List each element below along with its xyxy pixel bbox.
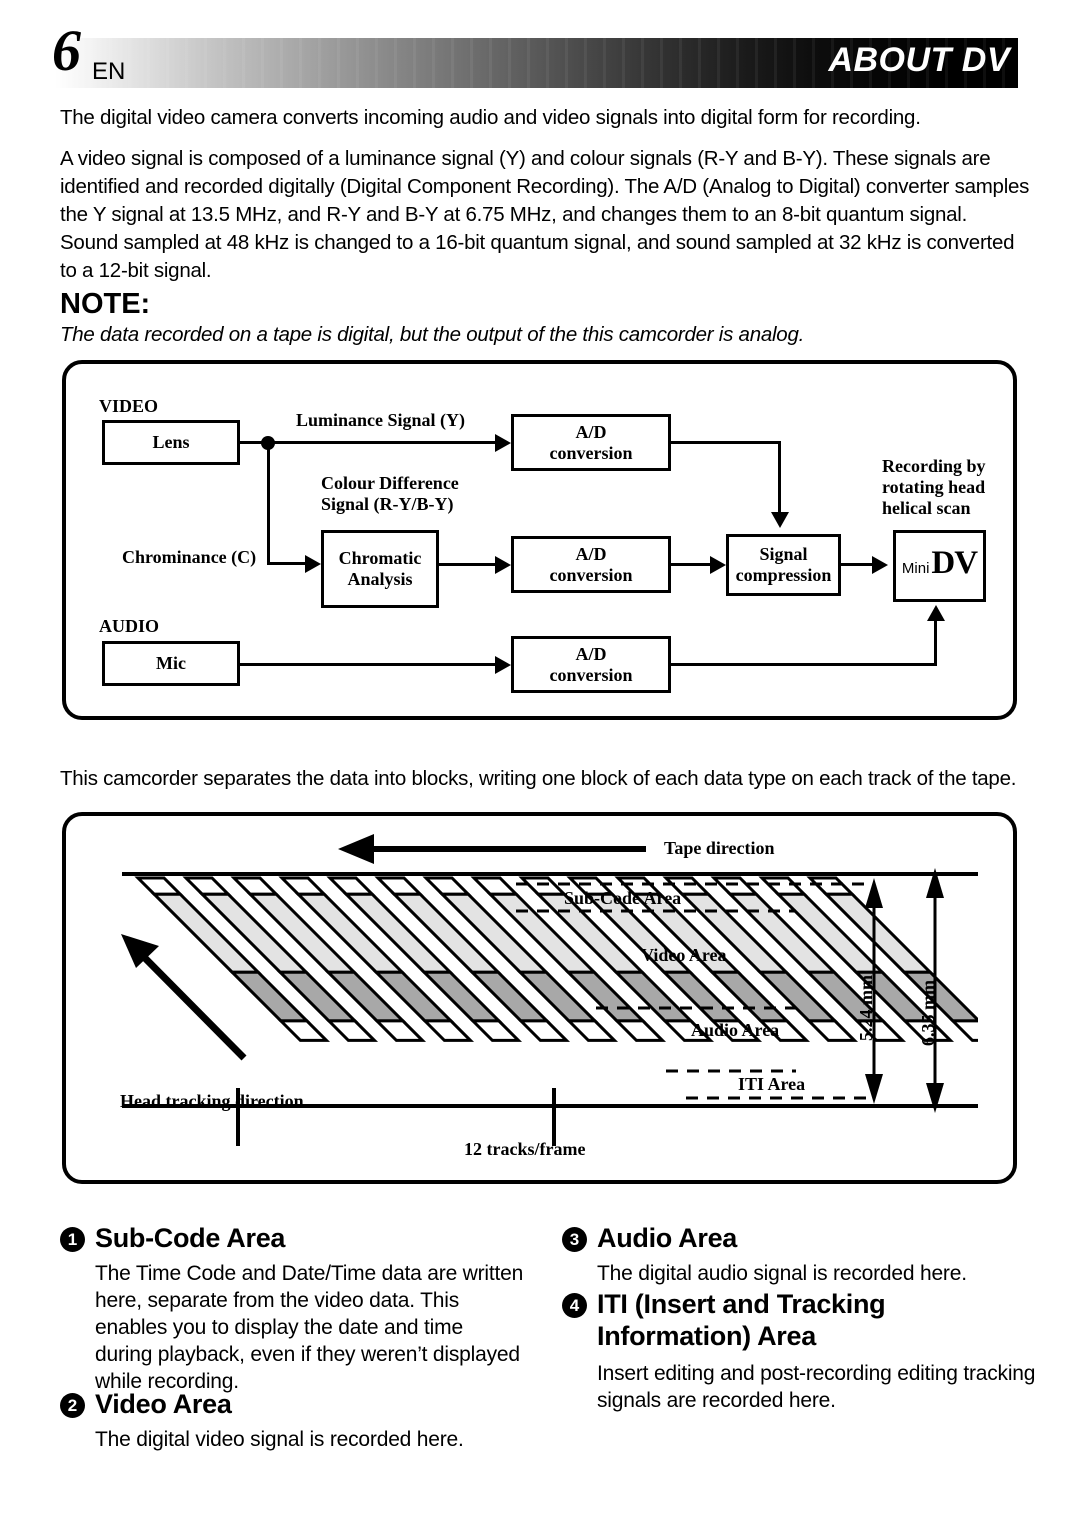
connector-ad1-down bbox=[778, 441, 781, 514]
ad-conversion-label-2: conversion bbox=[549, 442, 633, 463]
connector-lens-to-ad1 bbox=[240, 441, 505, 444]
section-title: ITI (Insert and Tracking Information) Ar… bbox=[597, 1289, 886, 1351]
arrowhead-to-ad1 bbox=[495, 433, 511, 452]
arrowhead-to-chromatic bbox=[305, 554, 321, 573]
minidv-dv-label: DV bbox=[931, 545, 978, 581]
ad-conversion-label-1: A/D bbox=[575, 543, 607, 564]
section-title: Sub-Code Area bbox=[95, 1223, 286, 1253]
ad-conversion-box-audio: A/D conversion bbox=[511, 636, 671, 693]
signal-compression-box: Signal compression bbox=[726, 534, 841, 596]
page-language-code: EN bbox=[92, 58, 126, 85]
arrowhead-to-compression-left bbox=[710, 555, 726, 574]
arrowhead-to-minidv bbox=[872, 555, 888, 574]
signal-compression-label-2: compression bbox=[735, 565, 832, 585]
colour-difference-label-line2: Signal (R-Y/B-Y) bbox=[321, 494, 454, 514]
section-title: Video Area bbox=[95, 1389, 232, 1419]
video-area-label: Video Area bbox=[641, 945, 727, 965]
page-title: ABOUT DV bbox=[828, 41, 1010, 79]
section-body: The digital video signal is recorded her… bbox=[95, 1428, 464, 1451]
chromatic-analysis-box: Chromatic Analysis bbox=[321, 530, 439, 608]
audio-section-label: AUDIO bbox=[99, 616, 160, 636]
recording-label-line3: helical scan bbox=[882, 498, 971, 518]
ad-conversion-label-2: conversion bbox=[549, 564, 633, 585]
video-section-label: VIDEO bbox=[99, 396, 159, 416]
ad-conversion-label-2: conversion bbox=[549, 664, 633, 685]
page-header-bar: ABOUT DV bbox=[55, 38, 1018, 88]
chromatic-analysis-label-1: Chromatic bbox=[338, 548, 422, 568]
recording-label-line1: Recording by bbox=[882, 456, 986, 476]
sub-code-area-label: Sub-Code Area bbox=[564, 888, 682, 908]
ad-conversion-box-luminance: A/D conversion bbox=[511, 414, 671, 471]
arrowhead-to-compression-top bbox=[770, 512, 789, 528]
document-page: ABOUT DV 6 EN The digital video camera c… bbox=[0, 0, 1080, 1533]
mic-box-label: Mic bbox=[156, 653, 186, 673]
section-title: Audio Area bbox=[597, 1223, 738, 1253]
iti-area-label: ITI Area bbox=[738, 1074, 806, 1094]
lens-box: Lens bbox=[102, 420, 240, 465]
inner-dimension-label: 5.24 mm bbox=[856, 975, 876, 1041]
arrowhead-to-ad2 bbox=[495, 555, 511, 574]
intro-paragraph-2: A video signal is composed of a luminanc… bbox=[60, 147, 1030, 226]
ad-conversion-box-chroma: A/D conversion bbox=[511, 536, 671, 593]
page-number: 6 bbox=[52, 18, 81, 83]
section-number-badge: 3 bbox=[562, 1227, 587, 1252]
mic-box: Mic bbox=[102, 641, 240, 686]
chromatic-analysis-label-2: Analysis bbox=[347, 569, 413, 589]
section-number-badge: 4 bbox=[562, 1293, 587, 1318]
connector-ad3-up bbox=[934, 620, 937, 665]
lens-box-label: Lens bbox=[152, 432, 190, 452]
minidv-mini-label: Mini bbox=[901, 560, 930, 577]
tape-direction-label: Tape direction bbox=[664, 838, 775, 858]
head-tracking-direction-label: Head tracking direction bbox=[120, 1091, 304, 1111]
mid-paragraph: This camcorder separates the data into b… bbox=[60, 767, 1017, 790]
chrominance-label: Chrominance (C) bbox=[122, 547, 257, 567]
luminance-signal-label: Luminance Signal (Y) bbox=[296, 410, 466, 430]
connector-junction-down bbox=[266, 441, 270, 565]
tape-track-figure: Tape direction Sub-Code Area Video Area … bbox=[62, 812, 1017, 1184]
intro-paragraph-1: The digital video camera converts incomi… bbox=[60, 106, 921, 129]
block-diagram-figure: VIDEO AUDIO Lens Mic Chromatic Analysis … bbox=[62, 360, 1017, 720]
note-heading: NOTE: bbox=[60, 288, 151, 320]
arrowhead-to-ad3 bbox=[495, 655, 511, 674]
minidv-tape-box: Mini DV bbox=[893, 530, 986, 602]
section-number-badge: 1 bbox=[60, 1227, 85, 1252]
section-body: The Time Code and Date/Time data are wri… bbox=[95, 1262, 524, 1393]
outer-dimension-label: 6.35 mm bbox=[918, 980, 938, 1046]
tracks-per-frame-label: 12 tracks/frame bbox=[464, 1139, 586, 1159]
section-body: The digital audio signal is recorded her… bbox=[597, 1262, 967, 1285]
audio-area-label: Audio Area bbox=[691, 1020, 780, 1040]
connector-ad1-right bbox=[671, 441, 781, 444]
note-text: The data recorded on a tape is digital, … bbox=[60, 323, 805, 346]
minidv-logo: Mini DV bbox=[901, 545, 978, 581]
connector-ad3-right bbox=[671, 663, 937, 666]
signal-compression-label-1: Signal bbox=[759, 544, 808, 564]
arrowhead-to-minidv-bottom bbox=[926, 605, 945, 621]
ad-conversion-label-1: A/D bbox=[575, 421, 607, 442]
colour-difference-label-line1: Colour Difference bbox=[321, 473, 459, 493]
connector-mic-to-ad3 bbox=[240, 663, 505, 666]
intro-paragraph-3: Sound sampled at 48 kHz is changed to a … bbox=[60, 231, 1015, 282]
recording-label-line2: rotating head bbox=[882, 477, 986, 497]
section-body: Insert editing and post-recording editin… bbox=[597, 1362, 1036, 1412]
section-number-badge: 2 bbox=[60, 1393, 85, 1418]
ad-conversion-label-1: A/D bbox=[575, 643, 607, 664]
